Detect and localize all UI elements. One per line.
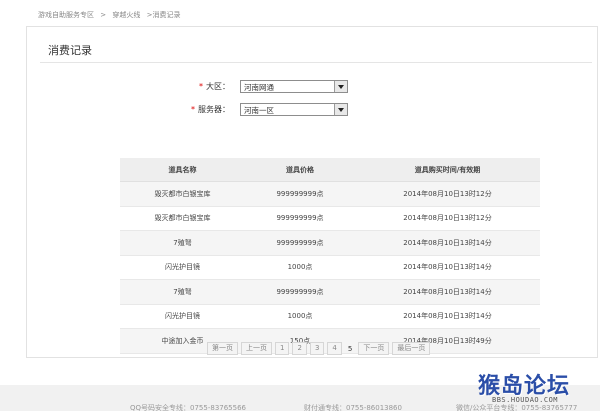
purchase-time-cell: 2014年08月10日13时14分	[355, 279, 540, 305]
purchase-time-cell: 2014年08月10日13时14分	[355, 230, 540, 256]
table-row: 7殖弩 999999999点 2014年08月10日13时14分	[120, 279, 540, 305]
watermark-logo: 猴岛论坛 BBS.HOUDAO.COM	[478, 368, 596, 406]
breadcrumb-link-self-service[interactable]: 游戏自助服务专区	[38, 11, 94, 19]
server-select-value: 河南一区	[244, 106, 274, 115]
region-select[interactable]: 河南网通	[240, 80, 348, 93]
required-mark: *	[191, 105, 195, 114]
next-page-button[interactable]: 下一页	[358, 342, 390, 355]
region-select-value: 河南网通	[244, 83, 274, 92]
breadcrumb: 游戏自助服务专区 > 穿越火线 >消费记录	[38, 10, 184, 20]
page-1-button[interactable]: 1	[275, 342, 290, 355]
table-row: 毁灭都市白银宝库 999999999点 2014年08月10日13时12分	[120, 206, 540, 231]
chevron-down-icon[interactable]	[334, 104, 347, 115]
server-label: 服务器：	[198, 105, 230, 114]
item-price-cell: 1000点	[245, 255, 355, 280]
item-name-cell: 毁灭都市白银宝库	[120, 206, 245, 231]
footer-pay-line: 财付通专线：0755-86013860	[304, 404, 402, 412]
column-header-purchase-time: 道具购买时间/有效期	[355, 158, 540, 182]
prev-page-button[interactable]: 上一页	[241, 342, 272, 355]
table-row: 7殖弩 999999999点 2014年08月10日13时14分	[120, 230, 540, 256]
table-row: 闪光护目镜 1000点 2014年08月10日13时14分	[120, 255, 540, 280]
last-page-button[interactable]: 最后一页	[392, 342, 431, 355]
region-label: 大区：	[206, 82, 230, 91]
breadcrumb-current: >消费记录	[146, 11, 181, 19]
item-name-cell: 毁灭都市白银宝库	[120, 181, 245, 207]
purchase-time-cell: 2014年08月10日13时12分	[355, 206, 540, 231]
table-row: 毁灭都市白银宝库 999999999点 2014年08月10日13时12分	[120, 181, 540, 207]
purchase-time-cell: 2014年08月10日13时14分	[355, 304, 540, 329]
item-price-cell: 999999999点	[245, 279, 355, 305]
purchase-time-cell: 2014年08月10日13时12分	[355, 181, 540, 207]
page-2-button[interactable]: 2	[292, 342, 307, 355]
item-price-cell: 1000点	[245, 304, 355, 329]
item-name-cell: 闪光护目镜	[120, 255, 245, 280]
pagination: 第一页 上一页 1 2 3 4 5 下一页 最后一页	[207, 342, 431, 355]
page-title: 消费记录	[48, 44, 92, 57]
purchase-time-cell: 2014年08月10日13时14分	[355, 255, 540, 280]
title-divider	[40, 62, 592, 63]
chevron-down-icon[interactable]	[334, 81, 347, 92]
region-row: * 大区： 河南网通	[199, 80, 348, 93]
table-header-row: 道具名称 道具价格 道具购买时间/有效期	[120, 158, 540, 182]
breadcrumb-link-cf[interactable]: 穿越火线	[112, 11, 140, 19]
item-price-cell: 999999999点	[245, 206, 355, 231]
footer-qq-safety-line: QQ号码安全专线：0755-83765566	[130, 404, 246, 412]
table-row: 闪光护目镜 1000点 2014年08月10日13时14分	[120, 304, 540, 329]
column-header-item-name: 道具名称	[120, 158, 245, 182]
item-price-cell: 999999999点	[245, 230, 355, 256]
required-mark: *	[199, 82, 203, 91]
item-price-cell: 999999999点	[245, 181, 355, 207]
item-name-cell: 7殖弩	[120, 279, 245, 305]
server-row: * 服务器： 河南一区	[191, 103, 348, 116]
server-select[interactable]: 河南一区	[240, 103, 348, 116]
page-4-button[interactable]: 4	[327, 342, 342, 355]
page-3-button[interactable]: 3	[309, 342, 325, 355]
breadcrumb-separator: >	[100, 11, 107, 19]
item-name-cell: 闪光护目镜	[120, 304, 245, 329]
column-header-item-price: 道具价格	[245, 158, 355, 182]
watermark-sub-text: BBS.HOUDAO.COM	[492, 396, 559, 404]
item-name-cell: 7殖弩	[120, 230, 245, 256]
consumption-table: 道具名称 道具价格 道具购买时间/有效期 毁灭都市白银宝库 999999999点…	[120, 158, 540, 354]
first-page-button[interactable]: 第一页	[207, 342, 238, 355]
current-page: 5	[347, 344, 353, 353]
